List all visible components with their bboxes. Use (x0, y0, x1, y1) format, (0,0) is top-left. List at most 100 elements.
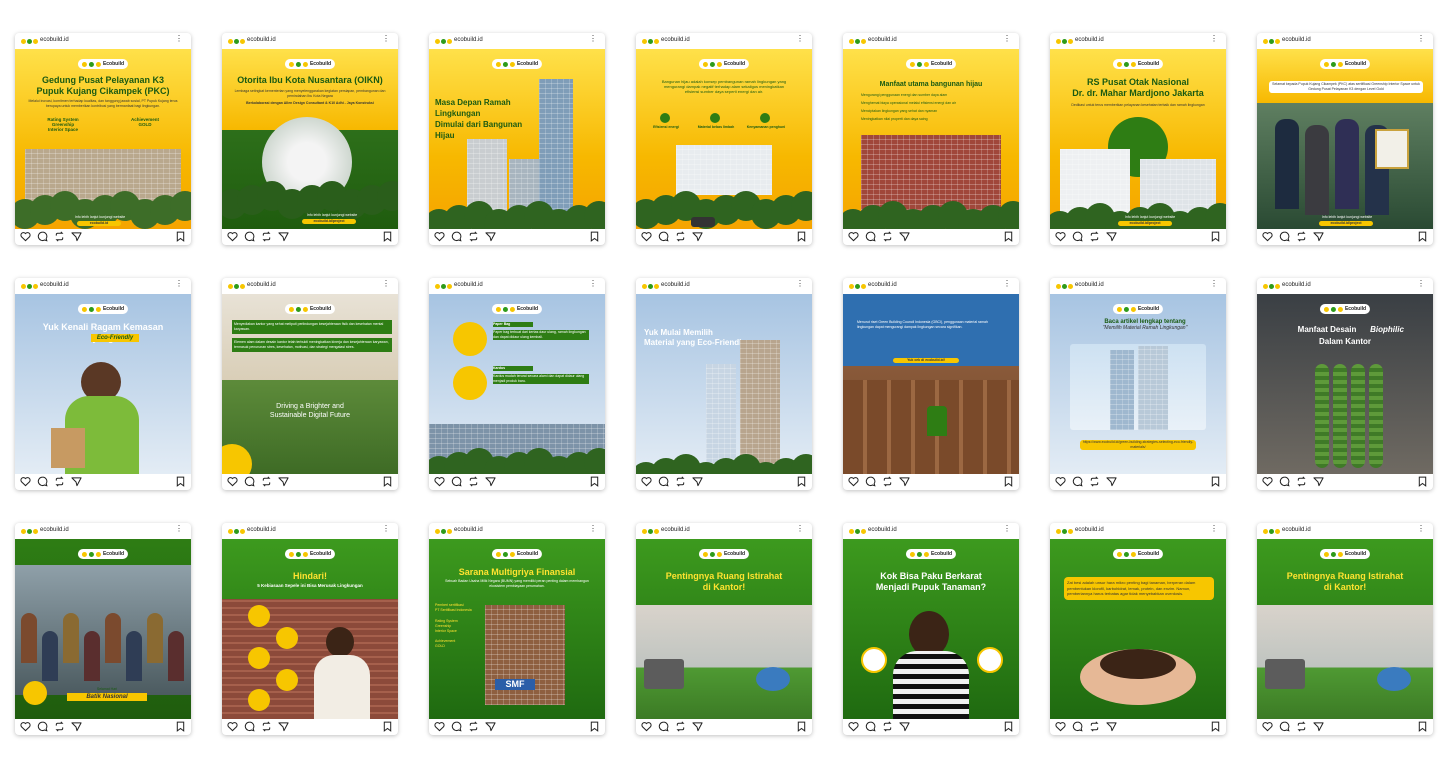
repost-icon[interactable] (261, 476, 272, 487)
comment-icon[interactable] (1072, 476, 1083, 487)
bookmark-icon[interactable] (175, 231, 186, 242)
ecobuild-avatar[interactable] (642, 284, 660, 289)
post-card[interactable]: ecobuild.id ⋮ Ecobuild Selamat Hari Batik Na… (15, 523, 191, 735)
post-image[interactable]: Ecobuild Manfaat utama bangunan hijau Meng… (843, 49, 1019, 229)
like-icon[interactable] (20, 721, 31, 732)
comment-icon[interactable] (865, 721, 876, 732)
ecobuild-avatar[interactable] (21, 39, 39, 44)
comment-icon[interactable] (451, 721, 462, 732)
ecobuild-avatar[interactable] (642, 39, 660, 44)
like-icon[interactable] (434, 476, 445, 487)
bookmark-icon[interactable] (1210, 476, 1221, 487)
account-handle[interactable]: ecobuild.id (1282, 527, 1311, 533)
share-icon[interactable] (71, 231, 82, 242)
bookmark-icon[interactable] (175, 721, 186, 732)
ecobuild-avatar[interactable] (228, 39, 246, 44)
ecobuild-avatar[interactable] (1056, 39, 1074, 44)
bookmark-icon[interactable] (382, 476, 393, 487)
like-icon[interactable] (641, 231, 652, 242)
more-options-icon[interactable]: ⋮ (1417, 35, 1425, 43)
more-options-icon[interactable]: ⋮ (1417, 280, 1425, 288)
account-handle[interactable]: ecobuild.id (868, 37, 897, 43)
ecobuild-avatar[interactable] (21, 284, 39, 289)
share-icon[interactable] (1106, 231, 1117, 242)
ecobuild-avatar[interactable] (1056, 529, 1074, 534)
bookmark-icon[interactable] (589, 721, 600, 732)
bookmark-icon[interactable] (1417, 476, 1428, 487)
bookmark-icon[interactable] (796, 231, 807, 242)
post-image[interactable]: Ecobuild Baca artikel lengkap tentang "Mem… (1050, 294, 1226, 474)
comment-icon[interactable] (37, 231, 48, 242)
like-icon[interactable] (641, 476, 652, 487)
bookmark-icon[interactable] (796, 721, 807, 732)
account-handle[interactable]: ecobuild.id (247, 282, 276, 288)
bookmark-icon[interactable] (1003, 476, 1014, 487)
post-image[interactable]: Ecobuild Pentingnya Ruang Istirahat di Ka… (636, 539, 812, 719)
comment-icon[interactable] (1279, 476, 1290, 487)
account-handle[interactable]: ecobuild.id (247, 527, 276, 533)
share-icon[interactable] (278, 721, 289, 732)
comment-icon[interactable] (37, 476, 48, 487)
post-card[interactable]: ecobuild.id ⋮ Ecobuild Selamat kepada Pupuk… (1257, 33, 1433, 245)
post-card[interactable]: ecobuild.id ⋮ Ecobuild Manfaat utama bangun… (843, 33, 1019, 245)
ecobuild-avatar[interactable] (21, 529, 39, 534)
comment-icon[interactable] (1072, 231, 1083, 242)
share-icon[interactable] (692, 231, 703, 242)
like-icon[interactable] (1262, 721, 1273, 732)
post-card[interactable]: ecobuild.id ⋮ Ecobuild Sarana Multigriya Fi… (429, 523, 605, 735)
ecobuild-avatar[interactable] (1263, 39, 1281, 44)
repost-icon[interactable] (261, 231, 272, 242)
post-card[interactable]: ecobuild.id ⋮ Ecobuild Baca artikel lengkap… (1050, 278, 1226, 490)
repost-icon[interactable] (882, 721, 893, 732)
more-options-icon[interactable]: ⋮ (1003, 280, 1011, 288)
bookmark-icon[interactable] (382, 231, 393, 242)
repost-icon[interactable] (882, 476, 893, 487)
post-image[interactable]: Ecobuild Selamat Hari Batik Nasional (15, 539, 191, 719)
more-options-icon[interactable]: ⋮ (175, 280, 183, 288)
repost-icon[interactable] (675, 231, 686, 242)
bookmark-icon[interactable] (1417, 721, 1428, 732)
post-image[interactable]: Ecobuild Manfaat Desain Biophilic Dalam Kan… (1257, 294, 1433, 474)
bookmark-icon[interactable] (1417, 231, 1428, 242)
account-handle[interactable]: ecobuild.id (454, 282, 483, 288)
repost-icon[interactable] (1089, 721, 1100, 732)
like-icon[interactable] (227, 231, 238, 242)
account-handle[interactable]: ecobuild.id (40, 282, 69, 288)
account-handle[interactable]: ecobuild.id (40, 527, 69, 533)
post-image[interactable]: Menurut riset Green Building Council Ind… (843, 294, 1019, 474)
account-handle[interactable]: ecobuild.id (1282, 37, 1311, 43)
ecobuild-avatar[interactable] (1056, 284, 1074, 289)
more-options-icon[interactable]: ⋮ (589, 35, 597, 43)
comment-icon[interactable] (244, 476, 255, 487)
more-options-icon[interactable]: ⋮ (796, 525, 804, 533)
repost-icon[interactable] (54, 476, 65, 487)
post-card[interactable]: ecobuild.id ⋮ Ecobuild Pentingnya Ruang Ist… (636, 523, 812, 735)
share-icon[interactable] (899, 721, 910, 732)
post-card[interactable]: ecobuild.id ⋮ Ecobuild Kok Bisa Paku Berkar… (843, 523, 1019, 735)
like-icon[interactable] (227, 721, 238, 732)
post-card[interactable]: ecobuild.id ⋮ Ecobuild Zat besi adalah unsu… (1050, 523, 1226, 735)
like-icon[interactable] (848, 476, 859, 487)
like-icon[interactable] (1055, 721, 1066, 732)
repost-icon[interactable] (1296, 476, 1307, 487)
more-options-icon[interactable]: ⋮ (796, 35, 804, 43)
post-image[interactable]: EcobuildYuk Kenali Ragam Kemasan yangEco… (15, 294, 191, 474)
like-icon[interactable] (848, 231, 859, 242)
ecobuild-avatar[interactable] (1263, 284, 1281, 289)
share-icon[interactable] (1313, 721, 1324, 732)
post-card[interactable]: ecobuild.id ⋮ Ecobuild Otorita Ibu Kota Nus… (222, 33, 398, 245)
repost-icon[interactable] (1296, 721, 1307, 732)
post-card[interactable]: ecobuild.id ⋮ Ecobuild Gedung Pusat Pelayan… (15, 33, 191, 245)
ecobuild-avatar[interactable] (849, 39, 867, 44)
post-image[interactable]: Ecobuild Zat besi adalah unsur hara mikro… (1050, 539, 1226, 719)
account-handle[interactable]: ecobuild.id (454, 527, 483, 533)
post-image[interactable]: Ecobuild Kok Bisa Paku Berkarat Menjadi P… (843, 539, 1019, 719)
repost-icon[interactable] (468, 721, 479, 732)
account-handle[interactable]: ecobuild.id (661, 37, 690, 43)
share-icon[interactable] (899, 476, 910, 487)
ecobuild-avatar[interactable] (435, 39, 453, 44)
ecobuild-avatar[interactable] (435, 529, 453, 534)
bookmark-icon[interactable] (589, 476, 600, 487)
post-image[interactable]: Ecobuild Menyediakan kantor yang sehat me… (222, 294, 398, 474)
post-image[interactable]: Ecobuild Pentingnya Ruang Istirahat di Ka… (1257, 539, 1433, 719)
